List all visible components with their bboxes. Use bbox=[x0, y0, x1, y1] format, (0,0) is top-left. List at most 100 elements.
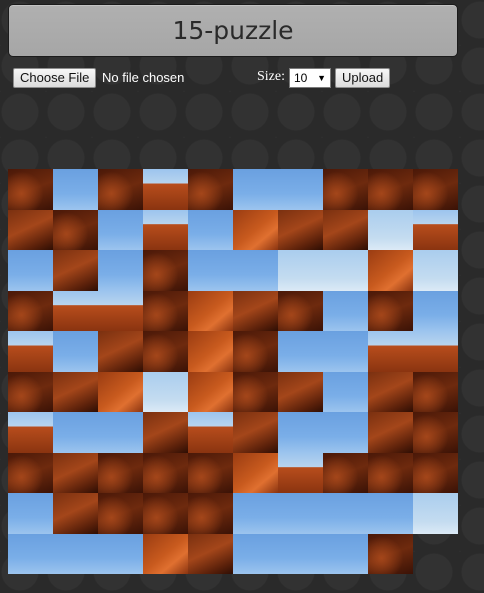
puzzle-tile[interactable] bbox=[188, 290, 233, 331]
puzzle-tile[interactable] bbox=[413, 452, 458, 493]
puzzle-tile[interactable] bbox=[143, 250, 188, 291]
puzzle-tile[interactable] bbox=[323, 371, 368, 412]
puzzle-tile[interactable] bbox=[8, 533, 53, 574]
puzzle-tile[interactable] bbox=[323, 290, 368, 331]
puzzle-tile[interactable] bbox=[278, 493, 323, 534]
puzzle-tile[interactable] bbox=[368, 412, 413, 453]
puzzle-tile[interactable] bbox=[233, 452, 278, 493]
puzzle-tile[interactable] bbox=[8, 209, 53, 250]
puzzle-tile[interactable] bbox=[368, 493, 413, 534]
puzzle-tile[interactable] bbox=[8, 412, 53, 453]
puzzle-tile[interactable] bbox=[368, 209, 413, 250]
puzzle-tile[interactable] bbox=[278, 169, 323, 210]
puzzle-tile[interactable] bbox=[278, 290, 323, 331]
puzzle-tile[interactable] bbox=[368, 250, 413, 291]
puzzle-tile[interactable] bbox=[278, 452, 323, 493]
puzzle-tile[interactable] bbox=[278, 209, 323, 250]
puzzle-tile[interactable] bbox=[368, 533, 413, 574]
puzzle-tile[interactable] bbox=[98, 290, 143, 331]
puzzle-tile[interactable] bbox=[233, 412, 278, 453]
puzzle-tile[interactable] bbox=[53, 331, 98, 372]
puzzle-tile[interactable] bbox=[233, 331, 278, 372]
puzzle-tile[interactable] bbox=[368, 331, 413, 372]
puzzle-tile[interactable] bbox=[233, 209, 278, 250]
puzzle-tile[interactable] bbox=[188, 169, 233, 210]
puzzle-tile[interactable] bbox=[143, 371, 188, 412]
puzzle-tile[interactable] bbox=[143, 533, 188, 574]
puzzle-tile[interactable] bbox=[53, 209, 98, 250]
puzzle-tile[interactable] bbox=[323, 331, 368, 372]
size-select[interactable]: 10 ▼ bbox=[289, 68, 331, 88]
puzzle-tile[interactable] bbox=[98, 371, 143, 412]
upload-button[interactable]: Upload bbox=[335, 68, 391, 88]
puzzle-tile[interactable] bbox=[323, 412, 368, 453]
puzzle-tile[interactable] bbox=[368, 290, 413, 331]
puzzle-tile[interactable] bbox=[143, 412, 188, 453]
puzzle-tile[interactable] bbox=[233, 533, 278, 574]
puzzle-tile[interactable] bbox=[413, 371, 458, 412]
puzzle-tile[interactable] bbox=[323, 250, 368, 291]
puzzle-tile[interactable] bbox=[413, 169, 458, 210]
puzzle-tile[interactable] bbox=[8, 250, 53, 291]
puzzle-tile[interactable] bbox=[413, 493, 458, 534]
puzzle-tile[interactable] bbox=[98, 250, 143, 291]
puzzle-tile[interactable] bbox=[368, 371, 413, 412]
puzzle-tile[interactable] bbox=[53, 412, 98, 453]
puzzle-tile[interactable] bbox=[53, 452, 98, 493]
puzzle-tile[interactable] bbox=[323, 493, 368, 534]
puzzle-tile[interactable] bbox=[188, 452, 233, 493]
puzzle-tile[interactable] bbox=[53, 290, 98, 331]
puzzle-tile[interactable] bbox=[233, 371, 278, 412]
puzzle-tile[interactable] bbox=[413, 331, 458, 372]
puzzle-tile[interactable] bbox=[278, 412, 323, 453]
puzzle-tile[interactable] bbox=[8, 371, 53, 412]
puzzle-tile[interactable] bbox=[413, 250, 458, 291]
puzzle-tile[interactable] bbox=[8, 290, 53, 331]
puzzle-tile[interactable] bbox=[233, 250, 278, 291]
puzzle-tile[interactable] bbox=[323, 533, 368, 574]
puzzle-tile[interactable] bbox=[143, 493, 188, 534]
puzzle-tile[interactable] bbox=[98, 331, 143, 372]
puzzle-tile[interactable] bbox=[368, 169, 413, 210]
puzzle-tile[interactable] bbox=[413, 412, 458, 453]
puzzle-tile[interactable] bbox=[143, 290, 188, 331]
puzzle-tile[interactable] bbox=[233, 169, 278, 210]
puzzle-tile[interactable] bbox=[98, 493, 143, 534]
puzzle-tile[interactable] bbox=[188, 493, 233, 534]
puzzle-tile[interactable] bbox=[53, 250, 98, 291]
puzzle-tile[interactable] bbox=[278, 331, 323, 372]
puzzle-tile[interactable] bbox=[53, 169, 98, 210]
puzzle-tile[interactable] bbox=[323, 452, 368, 493]
puzzle-tile[interactable] bbox=[98, 452, 143, 493]
puzzle-tile[interactable] bbox=[8, 452, 53, 493]
puzzle-tile[interactable] bbox=[188, 533, 233, 574]
puzzle-tile[interactable] bbox=[8, 493, 53, 534]
puzzle-tile[interactable] bbox=[143, 452, 188, 493]
puzzle-tile[interactable] bbox=[53, 493, 98, 534]
puzzle-tile[interactable] bbox=[188, 371, 233, 412]
puzzle-tile[interactable] bbox=[98, 169, 143, 210]
puzzle-tile[interactable] bbox=[188, 412, 233, 453]
puzzle-tile[interactable] bbox=[98, 412, 143, 453]
puzzle-tile[interactable] bbox=[188, 250, 233, 291]
puzzle-tile[interactable] bbox=[233, 290, 278, 331]
puzzle-tile[interactable] bbox=[233, 493, 278, 534]
puzzle-tile[interactable] bbox=[413, 290, 458, 331]
puzzle-tile[interactable] bbox=[188, 331, 233, 372]
puzzle-tile[interactable] bbox=[8, 169, 53, 210]
puzzle-tile[interactable] bbox=[278, 533, 323, 574]
puzzle-tile[interactable] bbox=[53, 533, 98, 574]
puzzle-tile[interactable] bbox=[143, 169, 188, 210]
puzzle-tile[interactable] bbox=[323, 169, 368, 210]
puzzle-tile[interactable] bbox=[368, 452, 413, 493]
puzzle-tile[interactable] bbox=[143, 209, 188, 250]
puzzle-tile[interactable] bbox=[8, 331, 53, 372]
choose-file-button[interactable]: Choose File bbox=[13, 68, 97, 88]
puzzle-tile[interactable] bbox=[98, 209, 143, 250]
puzzle-tile[interactable] bbox=[323, 209, 368, 250]
puzzle-tile[interactable] bbox=[188, 209, 233, 250]
puzzle-tile[interactable] bbox=[98, 533, 143, 574]
puzzle-tile[interactable] bbox=[278, 250, 323, 291]
puzzle-tile[interactable] bbox=[53, 371, 98, 412]
puzzle-tile[interactable] bbox=[413, 209, 458, 250]
